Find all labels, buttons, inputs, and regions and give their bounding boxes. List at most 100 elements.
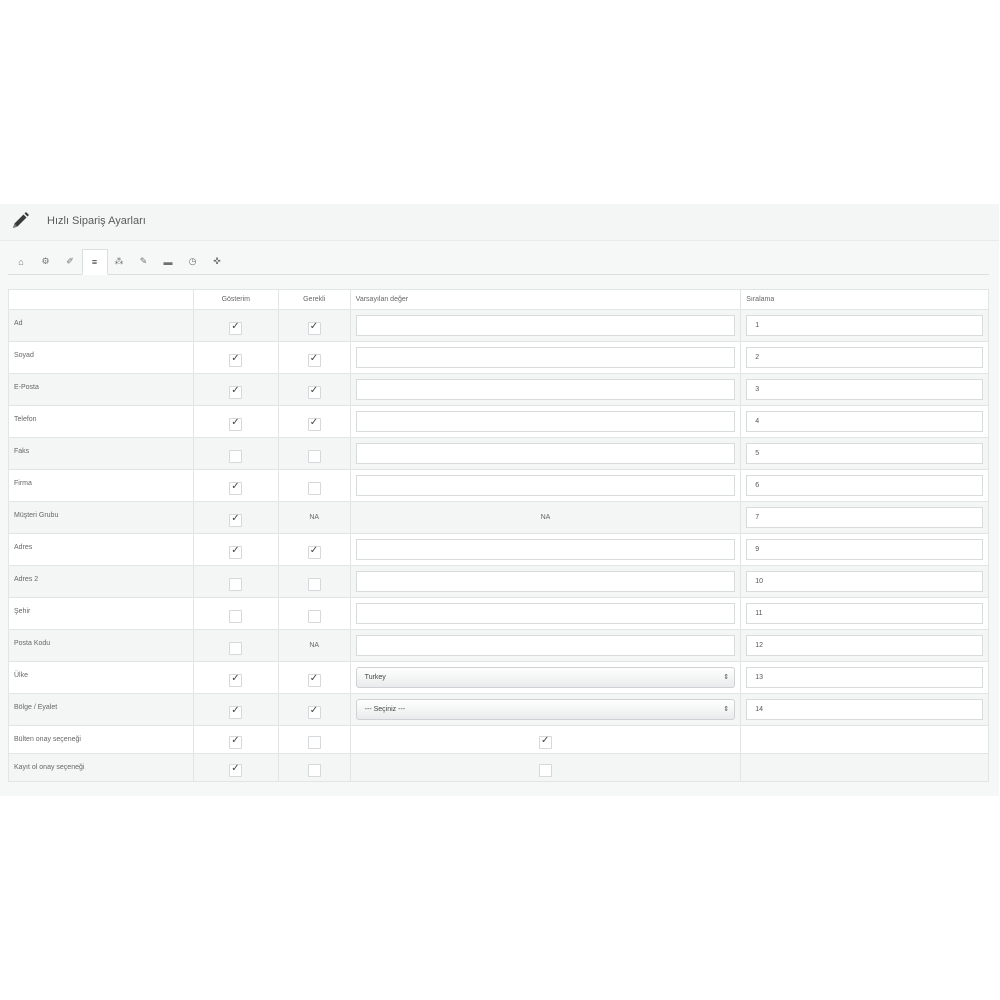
tab-list[interactable]: ≡ (81, 249, 108, 275)
show-checkbox[interactable] (229, 578, 243, 591)
tab-puzzle[interactable]: ✜ (204, 249, 230, 274)
checkmark-icon: ✓ (231, 735, 240, 746)
default-value-input[interactable] (355, 315, 736, 336)
header-show: Gösterim (192, 289, 279, 310)
order-cell: 10 (740, 565, 989, 598)
required-cell: ✓ (277, 533, 351, 566)
required-checkbox[interactable] (307, 482, 321, 495)
tab-truck[interactable]: ▬ (155, 249, 181, 274)
show-cell: ✓ (192, 501, 279, 534)
default-value-input[interactable] (355, 379, 736, 400)
field-label: Bölge / Eyalet (8, 693, 194, 726)
order-input[interactable]: 14 (746, 699, 983, 720)
required-checkbox[interactable]: ✓ (307, 353, 321, 367)
required-cell: ✓ (277, 309, 351, 342)
show-checkbox[interactable]: ✓ (229, 763, 243, 777)
order-input[interactable]: 3 (746, 379, 983, 400)
tab-bar: ⌂ ⚙ ✐ ≡ ⁂ ✎ ▬ ◷ ✜ (8, 249, 989, 275)
order-input[interactable]: 13 (746, 667, 983, 688)
show-checkbox[interactable]: ✓ (229, 417, 243, 431)
required-checkbox[interactable]: ✓ (307, 321, 321, 335)
default-value-select[interactable]: --- Seçiniz --- ⇕ (355, 699, 736, 720)
tab-wrench[interactable]: ✐ (57, 249, 83, 274)
default-cell (349, 597, 742, 630)
show-checkbox[interactable] (229, 610, 243, 623)
default-value-select[interactable]: Turkey ⇕ (355, 667, 736, 688)
field-label: Firma (8, 469, 194, 502)
show-checkbox[interactable]: ✓ (229, 353, 243, 367)
show-cell: ✓ (192, 661, 279, 694)
order-cell: 6 (740, 469, 989, 502)
checkmark-icon: ✓ (540, 735, 550, 746)
show-checkbox[interactable] (229, 642, 243, 655)
order-input[interactable]: 6 (746, 475, 983, 496)
order-input[interactable]: 11 (746, 603, 983, 624)
default-value-input[interactable] (355, 539, 736, 560)
order-cell: 14 (740, 693, 989, 726)
required-checkbox[interactable] (307, 736, 321, 749)
show-cell (192, 597, 279, 630)
default-value-input[interactable] (355, 635, 736, 656)
show-checkbox[interactable]: ✓ (229, 545, 243, 559)
tab-clock[interactable]: ◷ (180, 249, 206, 274)
default-value-input[interactable] (355, 571, 736, 592)
required-checkbox[interactable] (307, 610, 321, 623)
required-checkbox[interactable]: ✓ (307, 417, 321, 431)
table-row: Ad ✓ ✓ 1 (8, 309, 989, 342)
tab-sitemap[interactable]: ⁂ (106, 249, 132, 274)
default-checkbox[interactable]: ✓ (538, 735, 552, 749)
order-input[interactable]: 1 (746, 315, 983, 336)
default-value-input[interactable] (355, 603, 736, 624)
show-checkbox[interactable]: ✓ (229, 705, 243, 719)
order-input[interactable]: 4 (746, 411, 983, 432)
tab-edit[interactable]: ✎ (131, 249, 157, 274)
show-checkbox[interactable]: ✓ (229, 321, 243, 335)
checkmark-icon: ✓ (231, 545, 240, 556)
order-input[interactable]: 10 (746, 571, 983, 592)
required-cell: ✓ (277, 405, 351, 438)
order-input[interactable]: 2 (746, 347, 983, 368)
show-checkbox[interactable]: ✓ (229, 735, 243, 749)
select-arrows-icon: ⇕ (723, 674, 730, 681)
required-checkbox[interactable]: ✓ (307, 705, 321, 719)
default-value-input[interactable] (355, 411, 736, 432)
required-checkbox[interactable] (307, 578, 321, 591)
show-checkbox[interactable] (229, 450, 243, 463)
show-checkbox[interactable]: ✓ (229, 481, 243, 495)
checkmark-icon: ✓ (231, 513, 240, 524)
default-cell (349, 753, 742, 782)
show-cell: ✓ (192, 725, 279, 754)
order-input[interactable]: 12 (746, 635, 983, 656)
show-checkbox[interactable]: ✓ (229, 385, 243, 399)
default-checkbox[interactable] (538, 764, 552, 777)
required-checkbox[interactable]: ✓ (307, 385, 321, 399)
show-checkbox[interactable]: ✓ (229, 513, 243, 527)
panel-title: Hızlı Sipariş Ayarları (47, 215, 146, 227)
order-input[interactable]: 5 (746, 443, 983, 464)
required-checkbox[interactable] (307, 764, 321, 777)
truck-icon: ▬ (163, 256, 173, 267)
table-row: Telefon ✓ ✓ 4 (8, 405, 989, 438)
order-input[interactable]: 7 (746, 507, 983, 528)
order-cell: 13 (740, 661, 989, 694)
show-cell (192, 629, 279, 662)
show-cell: ✓ (192, 373, 279, 406)
checkmark-icon: ✓ (231, 353, 240, 364)
required-checkbox[interactable]: ✓ (307, 545, 321, 559)
default-cell (349, 469, 742, 502)
tab-gear[interactable]: ⚙ (33, 249, 59, 274)
default-value-input[interactable] (355, 347, 736, 368)
default-cell (349, 565, 742, 598)
order-cell: 1 (740, 309, 989, 342)
order-input[interactable]: 9 (746, 539, 983, 560)
default-value-input[interactable] (355, 475, 736, 496)
default-cell (349, 437, 742, 470)
table-row: Adres 2 10 (8, 565, 989, 598)
checkmark-icon: ✓ (309, 353, 319, 364)
tab-home[interactable]: ⌂ (8, 249, 34, 274)
required-checkbox[interactable]: ✓ (307, 673, 321, 687)
show-checkbox[interactable]: ✓ (229, 673, 243, 687)
order-cell (740, 725, 989, 754)
default-value-input[interactable] (355, 443, 736, 464)
required-checkbox[interactable] (307, 450, 321, 463)
